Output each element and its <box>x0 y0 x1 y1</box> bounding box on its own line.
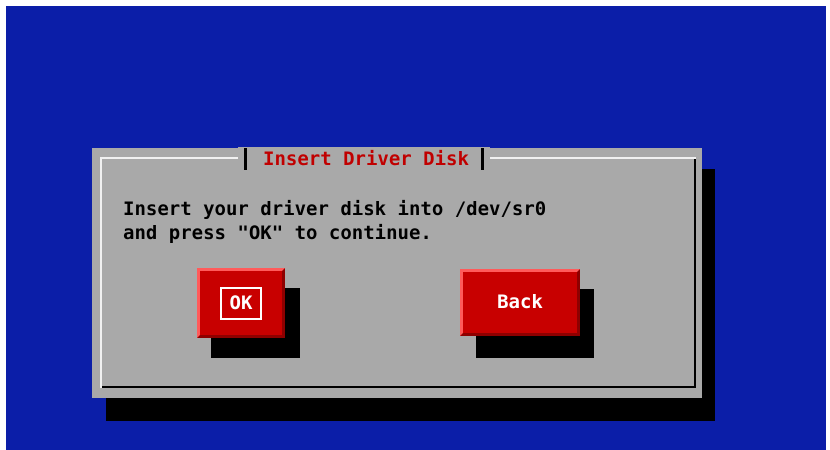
dialog-message: Insert your driver disk into /dev/sr0 an… <box>123 197 546 245</box>
ok-button[interactable]: OK <box>197 268 285 338</box>
message-line-1: Insert your driver disk into /dev/sr0 <box>123 198 547 220</box>
back-button[interactable]: Back <box>460 269 580 336</box>
title-left-separator <box>244 148 247 170</box>
back-button-label: Back <box>497 291 543 313</box>
dialog-title: Insert Driver Disk <box>263 148 469 170</box>
ok-button-label: OK <box>219 286 263 320</box>
dialog-frame: Insert Driver Disk <box>100 147 696 388</box>
insert-driver-disk-dialog: Insert Driver Disk Insert your driver di… <box>92 147 702 398</box>
title-right-separator <box>480 148 484 170</box>
message-line-2: and press "OK" to continue. <box>123 222 432 244</box>
dialog-title-bar: Insert Driver Disk <box>238 147 490 171</box>
installer-screen: Insert Driver Disk Insert your driver di… <box>6 6 826 450</box>
